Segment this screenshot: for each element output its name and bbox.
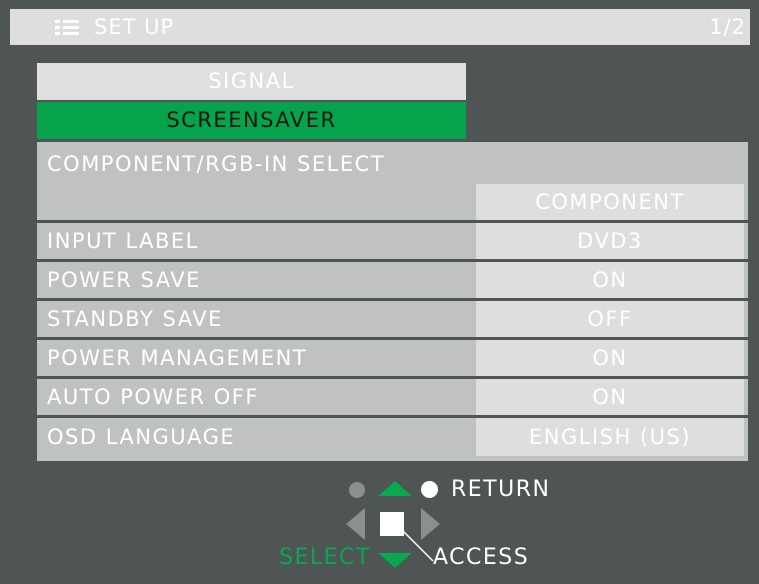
left-arrow-icon[interactable] [346, 508, 365, 540]
page-indicator: 1/2 [709, 15, 746, 39]
setting-label: COMPONENT/RGB-IN SELECT [47, 152, 386, 176]
access-label: ACCESS [433, 545, 530, 570]
setting-label: POWER SAVE [47, 268, 201, 292]
settings-panel: COMPONENT/RGB-IN SELECT COMPONENT INPUT … [37, 142, 748, 461]
setup-screen: SET UP 1/2 SIGNAL SCREENSAVER COMPONENT/… [0, 0, 759, 584]
menu-list-icon [55, 20, 79, 36]
up-arrow-icon[interactable] [378, 481, 412, 496]
setting-value[interactable]: DVD3 [476, 223, 744, 259]
setting-label: STANDBY SAVE [47, 307, 223, 331]
gray-dot-icon [349, 482, 365, 498]
white-dot-icon [421, 481, 438, 498]
tab-signal[interactable]: SIGNAL [37, 63, 466, 100]
return-label: RETURN [451, 477, 551, 502]
setting-label: POWER MANAGEMENT [47, 346, 308, 370]
setting-label: INPUT LABEL [47, 229, 199, 253]
setting-label: AUTO POWER OFF [47, 385, 259, 409]
setting-value[interactable]: ON [476, 340, 744, 376]
select-label: SELECT [279, 545, 371, 570]
setting-value[interactable]: ENGLISH (US) [476, 418, 744, 456]
header-bar: SET UP 1/2 [10, 9, 750, 45]
setting-value[interactable]: ON [476, 379, 744, 415]
setting-label: OSD LANGUAGE [47, 425, 236, 449]
page-title: SET UP [94, 15, 175, 39]
setting-value[interactable]: COMPONENT [476, 184, 744, 220]
setting-value[interactable]: OFF [476, 301, 744, 337]
setting-value[interactable]: ON [476, 262, 744, 298]
tab-screensaver[interactable]: SCREENSAVER [37, 102, 466, 139]
